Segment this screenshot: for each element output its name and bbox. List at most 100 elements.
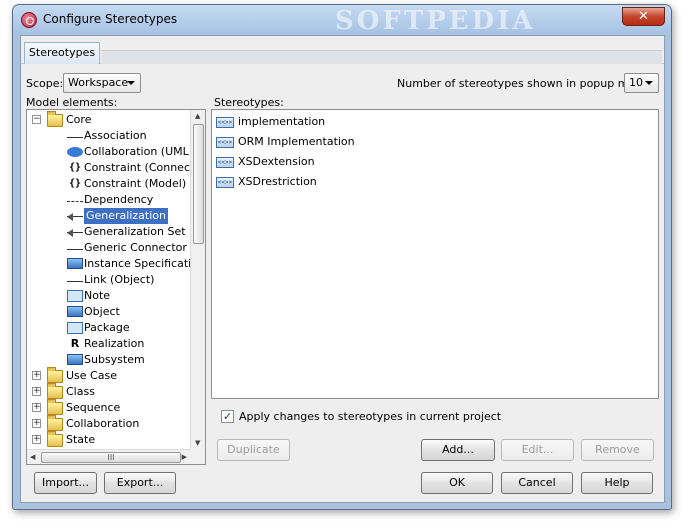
tree-item-label: Constraint (Connector) — [84, 161, 206, 174]
scroll-left-icon[interactable]: ◀ — [30, 453, 35, 461]
tree-item-collaboration[interactable]: + Collaboration — [27, 415, 192, 432]
stereotype-label: ORM Implementation — [238, 135, 355, 148]
remove-button[interactable]: Remove — [581, 439, 654, 461]
tree-item-label: Generic Connector — [84, 241, 187, 254]
tree-item-label: Note — [84, 289, 111, 302]
tree-item-realization[interactable]: R Realization — [27, 336, 192, 352]
tree-item-label: Association — [84, 129, 147, 142]
tree-item-sequence[interactable]: + Sequence — [27, 399, 192, 416]
popup-count-dropdown[interactable]: 10 — [624, 73, 659, 93]
tree-item-generalization[interactable]: Generalization — [27, 208, 192, 224]
edit-button[interactable]: Edit... — [501, 439, 574, 461]
add-button[interactable]: Add... — [421, 439, 495, 461]
tree-item-class[interactable]: + Class — [27, 383, 192, 400]
scroll-down-icon[interactable]: ▼ — [195, 439, 200, 447]
tree-vscroll-thumb[interactable] — [193, 124, 204, 244]
stereotype-item[interactable]: <<>> XSDrestriction — [216, 172, 317, 192]
tree-item-note[interactable]: Note — [27, 288, 192, 304]
connector-icon — [67, 242, 83, 250]
tree-item-label: Use Case — [66, 369, 117, 382]
tree-item-association[interactable]: Association — [27, 128, 192, 144]
expand-icon[interactable]: + — [32, 419, 41, 428]
expand-icon[interactable]: + — [32, 371, 41, 380]
tree-item-generalization-set[interactable]: Generalization Set — [27, 224, 192, 240]
tree-item-collaboration-uml-1-x[interactable]: Collaboration (UML 1.x) — [27, 144, 205, 160]
scope-label: Scope: — [26, 77, 64, 90]
tree-item-package[interactable]: Package — [27, 320, 192, 336]
window-title: Configure Stereotypes — [43, 12, 178, 26]
tree-item-subsystem[interactable]: Subsystem — [27, 352, 192, 368]
cancel-button[interactable]: Cancel — [501, 472, 573, 494]
stereotypes-label: Stereotypes: — [214, 96, 284, 109]
expand-icon[interactable]: + — [32, 435, 41, 444]
tree-hscroll-thumb[interactable]: III — [41, 452, 181, 463]
tree-item-label: Class — [66, 385, 95, 398]
tree-item-dependency[interactable]: Dependency — [27, 192, 192, 208]
tree-item-constraint-connector[interactable]: {} Constraint (Connector) — [27, 160, 205, 176]
tree-item-link-object[interactable]: Link (Object) — [27, 272, 192, 288]
tree-item-constraint-model[interactable]: {} Constraint (Model) — [27, 176, 192, 192]
tree-item-label: Generalization Set — [84, 225, 186, 238]
model-elements-tree[interactable]: − Core Association Collaboration (UML 1.x){… — [26, 109, 206, 465]
stereotype-icon: <<>> — [216, 116, 234, 128]
tree-vertical-scrollbar[interactable]: ▲ ▼ — [190, 110, 205, 449]
constraint-icon: {} — [68, 162, 82, 173]
duplicate-button[interactable]: Duplicate — [217, 439, 290, 461]
stereotype-label: XSDrestriction — [238, 175, 317, 188]
tree-item-use-case[interactable]: + Use Case — [27, 367, 192, 384]
tree-item-core[interactable]: − Core — [27, 111, 192, 128]
stereotype-item[interactable]: <<>> XSDextension — [216, 152, 315, 172]
tree-horizontal-scrollbar[interactable]: ◀ III ▶ — [27, 449, 190, 464]
stereotype-icon: <<>> — [216, 176, 234, 188]
realization-icon: R — [70, 337, 80, 350]
scroll-right-icon[interactable]: ▶ — [182, 453, 187, 461]
collaboration-icon — [67, 147, 83, 157]
expand-icon[interactable]: + — [32, 387, 41, 396]
stereotype-item[interactable]: <<>> ORM Implementation — [216, 132, 355, 152]
expand-icon[interactable]: + — [32, 403, 41, 412]
configure-stereotypes-dialog: Configure Stereotypes SOFTPEDIA ✕ Stereo… — [12, 4, 672, 510]
tree-item-label: Subsystem — [84, 353, 145, 366]
tab-stereotypes[interactable]: Stereotypes — [24, 42, 100, 64]
tree-item-label: Collaboration — [66, 417, 140, 430]
close-button[interactable]: ✕ — [622, 7, 665, 26]
tree-item-label: State — [66, 433, 96, 446]
folder-icon — [47, 399, 63, 415]
tree-item-label: Dependency — [84, 193, 154, 206]
tree-item-object[interactable]: Object — [27, 304, 192, 320]
stereotypes-list[interactable]: <<>> implementation <<>> ORM Implementation… — [211, 109, 659, 399]
import-button[interactable]: Import... — [34, 472, 97, 494]
tree-item-label: Sequence — [66, 401, 121, 414]
apply-changes-checkbox[interactable]: ✓ — [221, 410, 234, 423]
tree-item-state[interactable]: + State — [27, 431, 192, 448]
tree-item-label: Collaboration (UML 1.x) — [84, 145, 206, 158]
tree-item-label: Instance Specification — [84, 257, 205, 270]
tree-item-generic-connector[interactable]: Generic Connector — [27, 240, 192, 256]
tree-item-label: Generalization — [84, 208, 168, 224]
collapse-icon[interactable]: − — [32, 115, 41, 124]
stereotype-item[interactable]: <<>> implementation — [216, 112, 325, 132]
generalization-set-icon — [67, 226, 83, 237]
export-button[interactable]: Export... — [104, 472, 176, 494]
scroll-up-icon[interactable]: ▲ — [195, 112, 200, 120]
tree-item-instance-specification[interactable]: Instance Specification — [27, 256, 205, 272]
dialog-body: Stereotypes Scope: Workspace Number of s… — [20, 35, 665, 503]
tab-bar: Stereotypes — [21, 36, 664, 64]
model-elements-label: Model elements: — [26, 96, 118, 109]
scope-dropdown[interactable]: Workspace — [63, 73, 141, 93]
scroll-corner — [190, 449, 205, 464]
tree-item-label: Core — [66, 113, 92, 126]
instance-icon — [67, 258, 83, 269]
tree-item-label: Link (Object) — [84, 273, 155, 286]
chevron-down-icon — [645, 81, 653, 85]
ok-button[interactable]: OK — [421, 472, 493, 494]
help-button[interactable]: Help — [581, 472, 653, 494]
tree-item-label: Package — [84, 321, 130, 334]
folder-icon — [47, 383, 63, 399]
constraint-icon: {} — [68, 178, 82, 189]
scope-value: Workspace — [68, 76, 129, 89]
popup-count-label: Number of stereotypes shown in popup men… — [397, 77, 653, 90]
folder-icon — [47, 431, 63, 447]
chevron-down-icon — [127, 81, 135, 85]
app-icon — [21, 12, 37, 28]
